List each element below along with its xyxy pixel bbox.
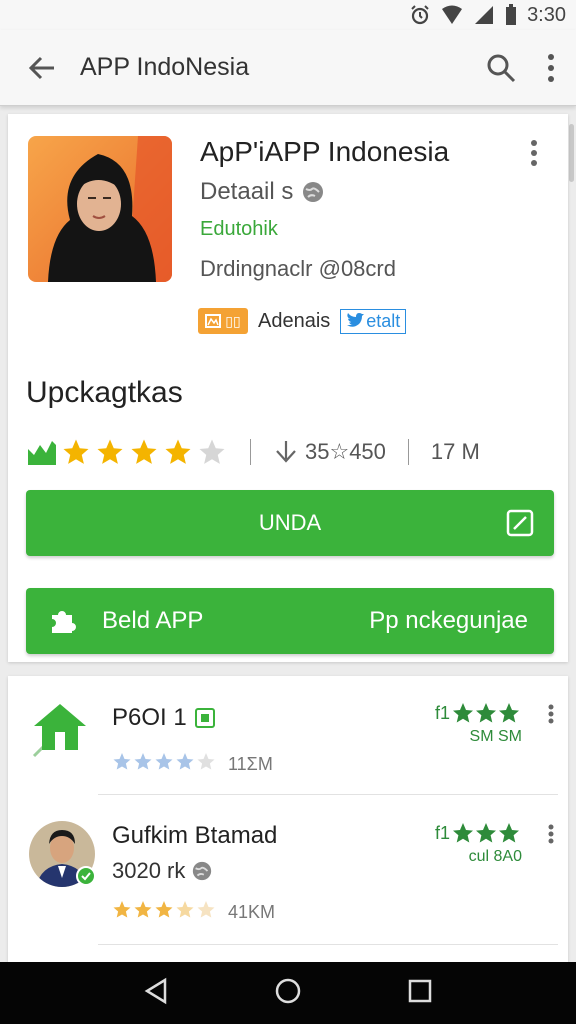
app-name: ApP'iAPP Indonesia (200, 136, 450, 167)
verified-icon (194, 708, 215, 728)
list-item-rating-prefix: f1 (434, 822, 450, 843)
list-item-meta: 41KM (112, 900, 275, 925)
nav-home-button[interactable] (274, 977, 302, 1010)
more-vert-icon (548, 704, 554, 724)
star-empty-icon (199, 439, 225, 464)
list-item-meta: 11ΣM (112, 752, 273, 777)
star-icon (63, 439, 89, 464)
list-divider (98, 944, 558, 945)
twitter-badge[interactable]: etalt (340, 308, 407, 334)
size-info: 17 M (430, 439, 480, 464)
list-item-more-button[interactable] (548, 824, 554, 849)
back-triangle-icon (144, 977, 166, 1004)
list-item-rating-prefix: f1 (434, 702, 450, 723)
home-icon (32, 704, 86, 758)
star-icon (97, 439, 123, 464)
downloads-info: 35☆450 (273, 439, 386, 465)
app-category-link[interactable]: Edutohik (200, 218, 278, 241)
app-hero-image (28, 136, 172, 282)
back-button[interactable] (12, 38, 72, 98)
more-vert-icon (531, 140, 537, 166)
list-item-rating-sub: cul 8A0 (468, 848, 522, 865)
editor-badge: ▯▯ (198, 308, 248, 334)
chart-icon (28, 441, 56, 465)
recents-square-icon (409, 979, 432, 1002)
download-icon (276, 441, 296, 463)
list-item-rating-sub: SM SM (469, 728, 522, 745)
list-item-title-text: P6OI 1 (112, 704, 187, 731)
status-time: 3:30 (527, 3, 566, 26)
more-vert-icon (548, 53, 554, 82)
related-apps-card: P6OI 1 11ΣM f1 SM SM Gufkim Btamad 3020 … (8, 676, 568, 966)
user-rating-stars (112, 900, 222, 925)
list-item-rating-stars: f1 (435, 822, 522, 844)
buy-button-secondary-label: Pp nckegunjae (369, 607, 528, 634)
signal-icon (473, 4, 495, 26)
downloads-count: 35☆450 (305, 439, 386, 464)
badge-dots-icon: ▯▯ (225, 312, 241, 329)
nav-back-button[interactable] (143, 977, 169, 1010)
list-item-title: Gufkim Btamad (112, 822, 277, 850)
globe-icon (303, 182, 324, 202)
user-rating-stars (112, 752, 222, 777)
list-item-subtitle-text: 3020 rk (112, 858, 186, 883)
avatar (29, 821, 96, 887)
app-more-button[interactable] (530, 140, 538, 171)
system-nav-bar (0, 962, 576, 1024)
buy-button-label: Beld APP (102, 607, 204, 634)
list-item-rating: f1 SM SM (435, 702, 522, 746)
award-icon (205, 314, 222, 328)
list-item-title-text: Gufkim Btamad (112, 822, 278, 849)
home-circle-icon (275, 978, 301, 1003)
rating-row: 35☆450 17 M (26, 434, 556, 470)
list-item[interactable]: Gufkim Btamad 3020 rk 41KM f1 cul 8A0 (8, 796, 568, 946)
separator (250, 439, 251, 465)
twitter-label: etalt (366, 310, 401, 331)
list-item-rating: f1 cul 8A0 (435, 822, 522, 866)
list-item-more-button[interactable] (548, 704, 554, 729)
list-item-rating-stars: f1 (435, 702, 522, 724)
twitter-bird-icon (347, 313, 365, 327)
app-detail-card: ApP'iAPP Indonesia Detaail s Edutohik Dr… (8, 114, 568, 662)
app-developer: Drdingnaclr @08crd (200, 256, 396, 281)
battery-icon (505, 4, 517, 26)
globe-icon (193, 861, 212, 881)
list-item-size: 11ΣM (228, 754, 273, 774)
app-bar: APP IndoNesia (0, 30, 576, 106)
buy-button[interactable]: Beld APP Pp nckegunjae (26, 588, 554, 654)
section-heading: Upckagtkas (26, 376, 183, 409)
list-divider (98, 794, 558, 795)
star-icon (131, 439, 157, 464)
app-details-text: Detaail s (200, 178, 294, 205)
install-button[interactable]: UNDA (26, 490, 554, 556)
wifi-icon (441, 4, 463, 26)
list-item-size: 41KM (228, 902, 276, 922)
status-bar: 3:30 (0, 0, 576, 30)
app-badges: ▯▯ Adenais etalt (198, 308, 407, 334)
overflow-menu-button[interactable] (526, 38, 576, 98)
alarm-icon (409, 4, 431, 26)
list-item[interactable]: P6OI 1 11ΣM f1 SM SM (8, 676, 568, 796)
install-button-label: UNDA (258, 510, 322, 535)
search-button[interactable] (476, 38, 526, 98)
badge-label: Adenais (258, 309, 331, 332)
more-vert-icon (548, 824, 554, 844)
nav-recents-button[interactable] (407, 978, 433, 1009)
app-details-line: Detaail s (200, 178, 325, 206)
separator (407, 439, 409, 465)
back-arrow-icon (28, 56, 54, 79)
rating-stars (26, 437, 228, 467)
puzzle-icon (52, 611, 76, 633)
list-item-title: P6OI 1 (112, 704, 215, 732)
star-icon (165, 439, 191, 464)
list-item-subtitle: 3020 rk (112, 858, 213, 884)
search-icon (487, 54, 516, 82)
checkbox-icon (506, 509, 534, 537)
app-bar-title: APP IndoNesia (80, 53, 250, 81)
scroll-indicator[interactable] (569, 124, 574, 182)
